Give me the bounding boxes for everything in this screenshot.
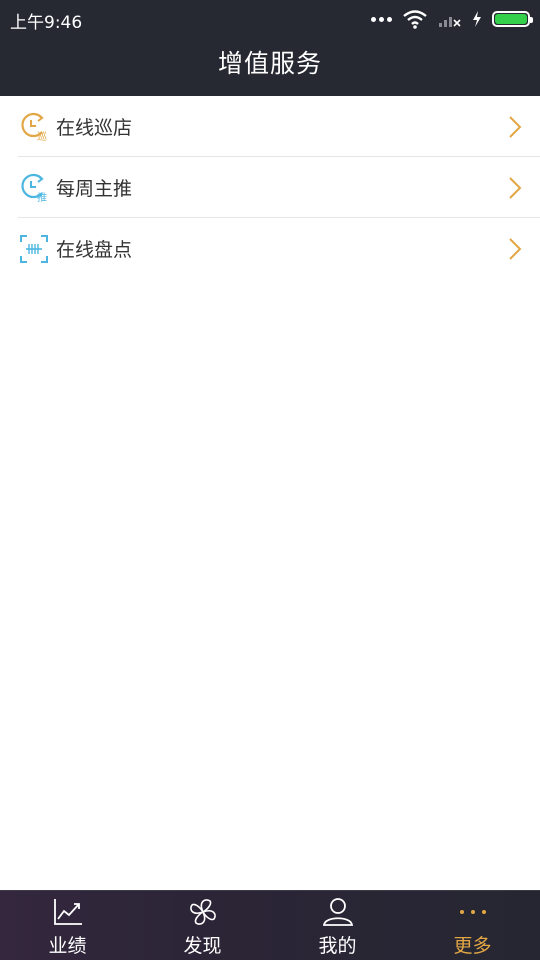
signal-icon: [439, 17, 461, 27]
wifi-icon: [403, 10, 427, 29]
chart-line-icon: [53, 899, 82, 925]
tab-mine[interactable]: 我的: [270, 891, 405, 960]
list-item-label: 在线盘点: [56, 239, 133, 261]
service-list: 巡 在线巡店 推 每周主推 在线盘点: [0, 96, 540, 279]
list-item-label: 在线巡店: [56, 116, 133, 139]
svg-text:巡: 巡: [37, 131, 47, 142]
list-item-weekly-promote[interactable]: 推 每周主推: [18, 157, 540, 218]
list-item-online-inventory[interactable]: 在线盘点: [18, 218, 540, 279]
tab-label: 发现: [183, 935, 222, 957]
tab-performance[interactable]: 业绩: [0, 891, 135, 960]
chevron-right-icon: [509, 177, 522, 199]
battery-icon: [492, 11, 533, 27]
more-dots-icon: [371, 16, 392, 22]
chevron-right-icon: [509, 238, 522, 260]
chevron-right-icon: [509, 116, 522, 138]
bottom-tab-bar: 业绩 发现 我的 更多: [0, 890, 540, 960]
barcode-scan-icon: [20, 234, 48, 263]
pinwheel-icon: [189, 899, 216, 925]
clock-promote-icon: 推: [21, 173, 47, 203]
status-bar: 上午9:46: [0, 0, 540, 36]
list-item-label: 每周主推: [56, 177, 133, 200]
status-time: 上午9:46: [10, 13, 83, 33]
user-icon: [322, 898, 353, 926]
tab-more[interactable]: 更多: [405, 891, 540, 960]
top-bar: 上午9:46 增值服务: [0, 0, 540, 96]
charging-icon: [473, 11, 481, 27]
tab-label: 业绩: [48, 935, 87, 957]
page-title: 增值服务: [217, 49, 322, 78]
more-dots-icon: [456, 897, 490, 927]
status-icons: [371, 8, 533, 30]
list-item-online-patrol[interactable]: 巡 在线巡店: [18, 96, 540, 157]
tab-label: 我的: [318, 935, 357, 957]
svg-text:推: 推: [37, 191, 47, 203]
tab-label: 更多: [453, 935, 492, 957]
tab-discover[interactable]: 发现: [135, 891, 270, 960]
clock-patrol-icon: 巡: [21, 112, 47, 142]
